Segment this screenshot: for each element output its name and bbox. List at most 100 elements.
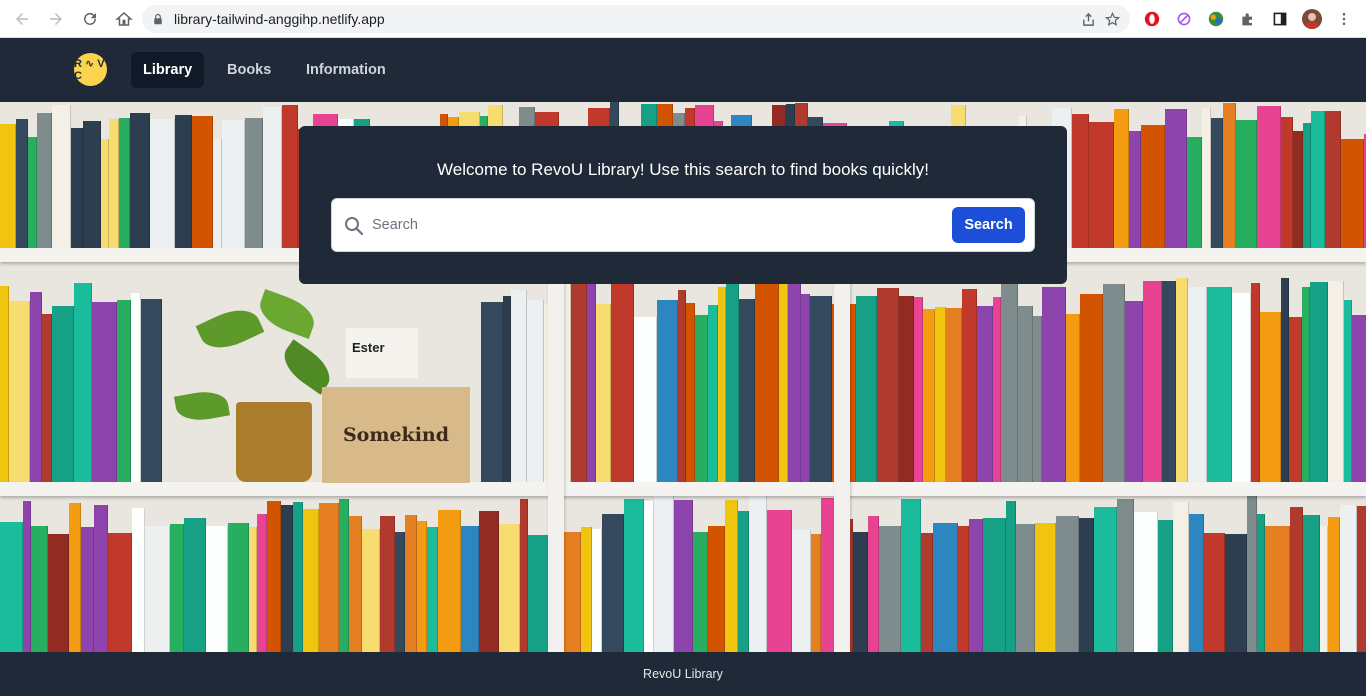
search-icon (345, 217, 364, 236)
nav-link-library[interactable]: Library (131, 52, 205, 88)
book-spine (983, 518, 1006, 652)
search-input[interactable] (372, 209, 942, 241)
nav-link-information[interactable]: Information (294, 52, 398, 88)
star-icon[interactable] (1104, 11, 1120, 27)
book-spine (1089, 122, 1114, 248)
home-icon[interactable] (108, 3, 140, 35)
book-spine (527, 300, 544, 482)
book-spine (339, 499, 349, 652)
book-spine (921, 533, 933, 652)
welcome-title: Welcome to RevoU Library! Use this searc… (437, 160, 929, 179)
book-spine (71, 128, 83, 248)
book-spine (319, 503, 339, 652)
book-spine (257, 514, 267, 652)
footer-text: RevoU Library (643, 667, 723, 681)
book-spine (1236, 120, 1257, 248)
book-spine (1173, 502, 1189, 652)
book-spine (1202, 108, 1211, 248)
book-spine (119, 118, 130, 248)
url-text[interactable]: library-tailwind-anggihp.netlify.app (174, 11, 385, 27)
search-button[interactable]: Search (952, 207, 1025, 243)
book-spine (914, 297, 923, 482)
book-spine (1103, 284, 1125, 482)
book-spine (935, 307, 946, 482)
book-spine (1223, 103, 1236, 248)
book-spine (69, 503, 81, 652)
book-spine (1079, 518, 1094, 652)
book-spine (267, 501, 281, 652)
address-bar[interactable]: library-tailwind-anggihp.netlify.app (142, 5, 1130, 33)
lock-icon[interactable] (150, 11, 166, 27)
revou-logo[interactable]: R ∿ V C (74, 53, 107, 86)
puzzle-icon[interactable] (1238, 9, 1258, 29)
ester-book: Ester (346, 328, 418, 378)
book-spine (101, 139, 109, 248)
book-spine (184, 518, 206, 652)
browser-toolbar: library-tailwind-anggihp.netlify.app (0, 0, 1366, 38)
book-spine (788, 282, 801, 482)
shelf-divider (548, 278, 564, 652)
book-spine (592, 529, 602, 652)
shelf-divider (834, 278, 850, 652)
book-spine (962, 289, 977, 482)
book-spine (695, 315, 708, 482)
book-spine (222, 120, 245, 248)
opera-extension-icon[interactable] (1142, 9, 1162, 29)
book-spine (362, 529, 380, 652)
book-spine (170, 524, 184, 652)
book-spine (28, 137, 37, 248)
back-icon[interactable] (6, 3, 38, 35)
book-spine (213, 139, 222, 248)
globe-extension-icon[interactable] (1206, 9, 1226, 29)
book-spine (1302, 287, 1310, 482)
book-spine (83, 121, 101, 248)
book-spine (958, 526, 969, 652)
book-spine (749, 496, 767, 652)
book-spine (1035, 523, 1056, 652)
book-spine (511, 290, 527, 482)
menu-icon[interactable] (1334, 9, 1354, 29)
book-spine (108, 533, 132, 652)
book-spine (1328, 517, 1340, 652)
book-spine (969, 519, 983, 652)
book-spine (877, 288, 899, 482)
forward-icon[interactable] (40, 3, 72, 35)
book-spine (993, 297, 1001, 482)
book-spine (657, 300, 678, 482)
book-spine (901, 499, 921, 652)
book-spine (1162, 281, 1176, 482)
book-spine (150, 119, 175, 248)
book-spine (946, 308, 962, 482)
sidepanel-icon[interactable] (1270, 9, 1290, 29)
book-spine (1056, 516, 1079, 652)
book-spine (755, 281, 779, 482)
book-spine (130, 113, 150, 248)
book-spine (1176, 278, 1188, 482)
plant-leaf (173, 387, 231, 425)
book-spine (48, 534, 69, 652)
book-spine (81, 527, 94, 652)
book-spine (933, 523, 958, 652)
book-spine (801, 294, 810, 482)
book-spine (1257, 106, 1281, 248)
book-spine (1006, 501, 1016, 652)
book-spine (1016, 524, 1035, 652)
reload-icon[interactable] (74, 3, 106, 35)
plant-leaf (195, 300, 265, 358)
book-spine (293, 502, 303, 652)
book-spine (461, 526, 479, 652)
book-spine (1188, 287, 1207, 482)
book-spine (263, 107, 282, 248)
book-spine (438, 510, 461, 652)
search-box: Search (331, 198, 1035, 252)
book-spine (596, 304, 611, 482)
profile-avatar[interactable] (1302, 9, 1322, 29)
book-spine (1251, 283, 1260, 482)
block-extension-icon[interactable] (1174, 9, 1194, 29)
nav-link-books[interactable]: Books (215, 52, 283, 88)
share-icon[interactable] (1080, 11, 1096, 27)
book-spine (206, 526, 228, 652)
book-spine (9, 301, 30, 482)
book-spine (562, 532, 581, 652)
book-spine (718, 287, 726, 482)
